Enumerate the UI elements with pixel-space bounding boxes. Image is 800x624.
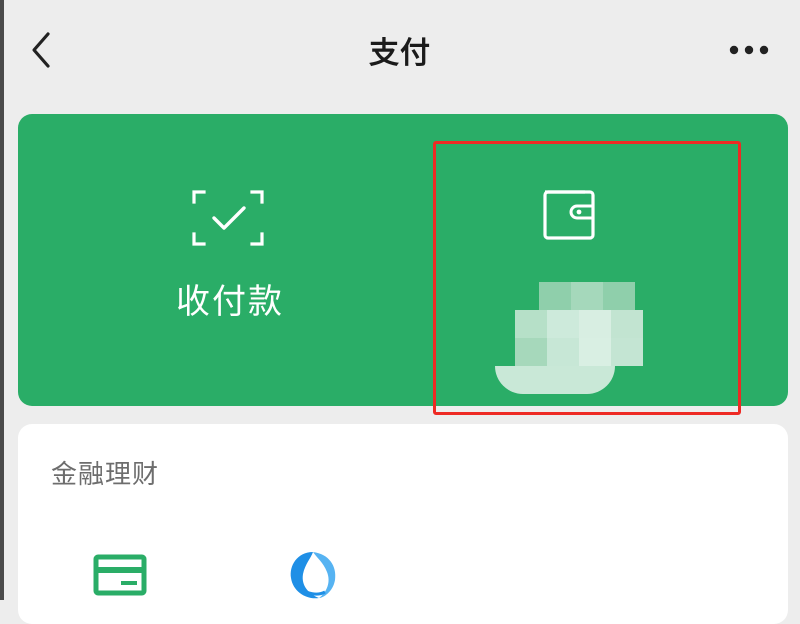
credit-card-icon[interactable] — [93, 552, 149, 600]
pay-card: 收付款 钱包 — [18, 114, 788, 406]
page-title: 支付 — [369, 36, 431, 71]
receive-pay-label: 收付款 — [176, 282, 284, 322]
more-horizontal-icon — [729, 45, 769, 55]
wallet-icon — [543, 190, 595, 240]
blurred-balance — [495, 282, 645, 394]
top-navigation-bar: 支付 — [0, 0, 800, 104]
finance-section: 金融理财 — [18, 424, 788, 624]
scan-check-icon — [192, 190, 264, 246]
receive-pay-button[interactable]: 收付款 — [18, 114, 403, 406]
section-title: 金融理财 — [51, 460, 160, 490]
more-options-button[interactable] — [722, 30, 778, 70]
wealth-fund-icon[interactable] — [283, 548, 343, 604]
